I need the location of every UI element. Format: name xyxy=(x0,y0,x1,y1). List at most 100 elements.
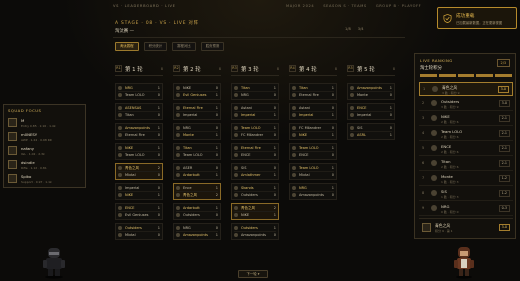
match-card[interactable]: Team LOLO 1 FC Milandrer 0 xyxy=(231,123,279,140)
ranking-row[interactable]: 2 Outsiders 3 胜 · 积分 9 3-0 xyxy=(419,97,513,111)
match-card[interactable]: ASER 0 Ardarbutt 1 xyxy=(173,163,221,180)
match-card[interactable]: Astani 0 Imperial 1 xyxy=(231,103,279,120)
match-card[interactable]: Outsiders 1 Mixtal 0 xyxy=(115,223,163,240)
ranking-footer[interactable]: 青色之风 积分 9 · 第 1 3-0 xyxy=(419,218,513,236)
team-logo-icon xyxy=(118,193,122,197)
squad-player-row[interactable]: nafany IGL · 1.02 · 2.3k xyxy=(8,145,84,158)
team-logo-icon xyxy=(292,126,296,130)
ranking-row[interactable]: 9 NRG 0 胜 · 积分 0 0-3 xyxy=(419,202,513,216)
team-score: 0 xyxy=(331,193,334,197)
squad-player-row[interactable]: dsindle Rifle · 1.12 · 0.81 xyxy=(8,159,84,172)
tab-compare[interactable]: 赛程对比 xyxy=(172,42,196,51)
match-card[interactable]: Amazonpoints 1 Eternal Fire 0 xyxy=(115,123,163,140)
team-name: Skands xyxy=(241,186,254,190)
team-score-badge: 1-2 xyxy=(498,190,510,197)
team-name: Monte xyxy=(441,174,453,179)
match-card[interactable]: Team LOLO 1 ENCE 0 xyxy=(289,143,337,160)
match-card[interactable]: 青色之风 2 Mixtal 0 xyxy=(115,163,163,180)
team-logo-icon xyxy=(176,213,180,217)
match-card[interactable]: NiKE 1 Team LOLO 0 xyxy=(115,143,163,160)
match-card[interactable]: NRG 0 Monte 1 xyxy=(173,123,221,140)
match-card[interactable]: SiS 0 ASRL 1 xyxy=(347,123,395,140)
team-logo-icon xyxy=(176,206,180,210)
team-score: 0 xyxy=(273,153,276,157)
team-score: 0 xyxy=(273,133,276,137)
team-score: 1 xyxy=(389,86,392,90)
team-name: Team LOLO xyxy=(241,126,261,130)
next-round-button[interactable]: 下一轮 ▾ xyxy=(238,270,268,278)
team-row: ASRL 1 xyxy=(350,132,392,139)
squad-player-row[interactable]: m0NESY AWP · 1.24 · 0.98 KR xyxy=(8,131,84,144)
match-card[interactable]: Eternal Fire 1 Imperial 0 xyxy=(173,103,221,120)
ranking-row[interactable]: 6 Titan 2 胜 · 积分 6 2-1 xyxy=(419,157,513,171)
match-card[interactable]: Titan 1 NRG 0 xyxy=(231,83,279,100)
match-card[interactable]: NRG 0 Amazonpoints 1 xyxy=(173,223,221,240)
player-name: m0NESY xyxy=(21,132,38,137)
match-card[interactable]: ASENSAS 1 Titan 0 xyxy=(115,103,163,120)
team-logo-icon xyxy=(292,113,296,117)
team-score: 1 xyxy=(215,93,218,97)
team-score-badge: 2-1 xyxy=(498,145,510,152)
match-card[interactable]: ENCE 1 Evil Geniuses 0 xyxy=(115,203,163,220)
top-nav-item[interactable]: GROUP B · PLAYOFF xyxy=(376,4,422,8)
ranking-row[interactable]: 5 ENCE 2 胜 · 积分 6 2-1 xyxy=(419,142,513,156)
team-name: Team LOLO xyxy=(299,166,319,170)
team-score: 1 xyxy=(331,166,334,170)
team-name: Imperial xyxy=(183,113,198,117)
match-card[interactable]: Team LOLO 1 Mixtal 0 xyxy=(289,163,337,180)
match-card[interactable]: Titan 1 Eternal Fire 0 xyxy=(289,83,337,100)
match-card[interactable]: NiKE 0 Evil Geniuses 1 xyxy=(173,83,221,100)
player-stats: Rifle · 1.12 · 0.81 xyxy=(21,166,47,170)
match-card[interactable]: Outsiders 1 Amazonpoints 0 xyxy=(231,223,279,240)
tab-bracket[interactable]: 淘汰赛程 xyxy=(115,42,139,51)
ranking-row[interactable]: 4 Team LOLO 2 胜 · 积分 6 2-1 xyxy=(419,127,513,141)
team-score-badge: 2-1 xyxy=(498,160,510,167)
match-card[interactable]: Imperial 0 NiKE 1 xyxy=(115,183,163,200)
squad-player-row[interactable]: Spiko Support · 0.97 · 1.1k xyxy=(8,173,84,186)
match-card[interactable]: Amazonpoints 1 Monte 0 xyxy=(347,83,395,100)
match-card[interactable]: Ardarbutt 1 Outsiders 0 xyxy=(173,203,221,220)
match-card[interactable]: Skands 1 Outsiders 0 xyxy=(231,183,279,200)
success-toast[interactable]: 成功重载 已加载最新数据，正在更新视图 xyxy=(437,7,517,29)
team-name: Ardarbutt xyxy=(183,173,200,177)
team-row: Evil Geniuses 0 xyxy=(118,212,160,219)
squad-player-row[interactable]: M Entry 0.85 · 1:16 · 1.4k xyxy=(8,117,84,130)
match-card[interactable]: Astani 0 Imperial 1 xyxy=(289,103,337,120)
team-logo-icon xyxy=(118,126,122,130)
team-name: NRG xyxy=(183,126,191,130)
team-name: Outsiders xyxy=(241,226,258,230)
match-card[interactable]: NRG 1 Amazonpoints 0 xyxy=(289,183,337,200)
ranking-row[interactable]: 8 SiS 1 胜 · 积分 3 1-2 xyxy=(419,187,513,201)
ranking-row[interactable]: 1 青色之风 3 胜 · 积分 9 3-0 xyxy=(419,82,513,96)
ranking-page-badge[interactable]: 2/3 xyxy=(496,59,510,67)
match-card[interactable]: Eternal Fire 1 ENCE 0 xyxy=(231,143,279,160)
team-score: 1 xyxy=(215,146,218,150)
team-row: Mixtal 0 xyxy=(118,172,160,179)
tab-predict[interactable]: 胜负预测 xyxy=(200,42,225,51)
ranking-row[interactable]: 3 NiKE 2 胜 · 积分 6 2-1 xyxy=(419,112,513,126)
tab-stats[interactable]: 积分统计 xyxy=(143,42,168,51)
team-logo-icon xyxy=(118,106,122,110)
top-nav-item[interactable]: SEASON S · TEAMS xyxy=(323,4,367,8)
team-record: 3 胜 · 积分 9 xyxy=(442,91,460,95)
round-number: R4 xyxy=(289,65,296,72)
team-name: Ardarbutt xyxy=(183,206,200,210)
team-score: 1 xyxy=(157,106,160,110)
team-logo-icon xyxy=(118,153,122,157)
match-card[interactable]: Titan 1 Team LOLO 0 xyxy=(173,143,221,160)
top-nav-item[interactable]: MAJOR 2024 xyxy=(286,4,314,8)
match-card[interactable]: NRG 1 Team LOLO 0 xyxy=(115,83,163,100)
team-name: Ence xyxy=(183,186,192,190)
team-logo-icon xyxy=(234,233,238,237)
match-card[interactable]: 青色之风 2 NiKE 1 xyxy=(231,203,279,220)
match-card[interactable]: Ence 1 青色之风 2 xyxy=(173,183,221,200)
match-card[interactable]: ENCE 1 Imperial 0 xyxy=(347,103,395,120)
team-logo-icon xyxy=(350,93,354,97)
ranking-row[interactable]: 7 Monte 1 胜 · 积分 3 1-2 xyxy=(419,172,513,186)
match-card[interactable]: FC Milandrer 0 NiKE 1 xyxy=(289,123,337,140)
team-record: 3 胜 · 积分 9 xyxy=(441,105,459,109)
team-logo-icon xyxy=(350,113,354,117)
team-name: SiS xyxy=(357,126,363,130)
match-card[interactable]: SiS 0 Amlathmer 1 xyxy=(231,163,279,180)
team-record: 1 胜 · 积分 3 xyxy=(441,195,459,199)
